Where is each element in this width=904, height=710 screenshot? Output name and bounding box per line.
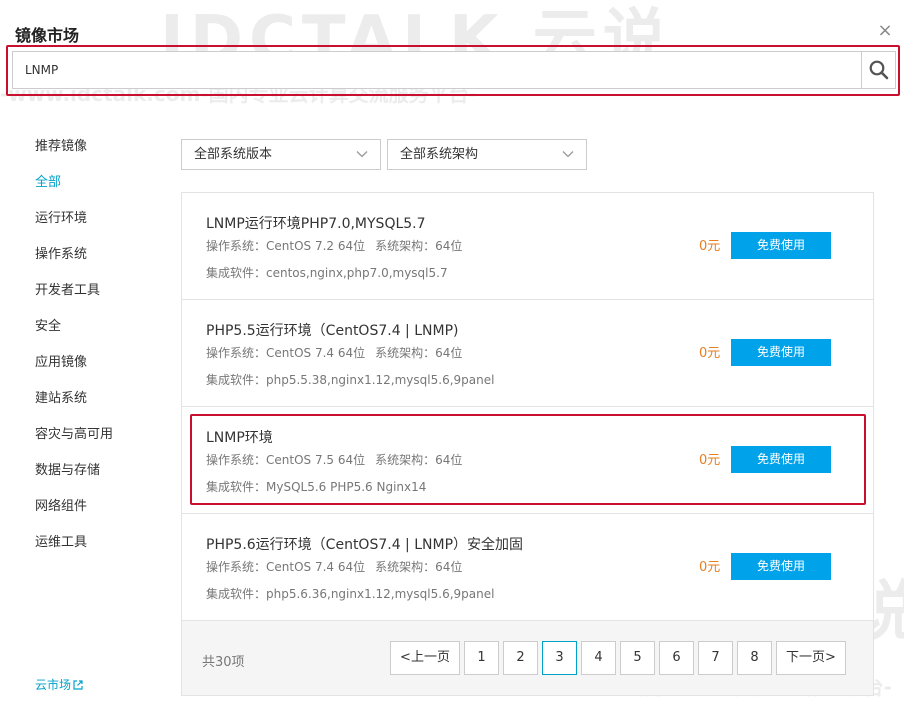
image-arch: 系统架构：64位	[375, 346, 463, 360]
image-name: PHP5.6运行环境（CentOS7.4 | LNMP）安全加固	[206, 537, 524, 553]
os-arch-filter-label: 全部系统架构	[400, 147, 479, 162]
sidebar-item-app-images[interactable]: 应用镜像	[35, 353, 145, 389]
free-use-button[interactable]: 免费使用	[731, 339, 831, 366]
image-os: 操作系统：CentOS 7.4 64位	[206, 346, 366, 360]
pagination-bar: 共30项 <上一页 1 2 3 4 5 6 7 8 下一页>	[182, 621, 873, 695]
chevron-down-icon	[562, 151, 574, 158]
external-link-icon	[73, 679, 83, 690]
close-icon[interactable]: ×	[874, 20, 896, 42]
free-use-button[interactable]: 免费使用	[731, 232, 831, 259]
chevron-down-icon	[356, 151, 368, 158]
os-version-filter[interactable]: 全部系统版本	[181, 139, 381, 170]
page-button-1[interactable]: 1	[464, 641, 499, 675]
sidebar-item-runtime[interactable]: 运行环境	[35, 209, 145, 245]
image-name: LNMP环境	[206, 430, 273, 446]
image-os: 操作系统：CentOS 7.5 64位	[206, 453, 366, 467]
search-input[interactable]	[13, 52, 861, 88]
page-button-8[interactable]: 8	[737, 641, 772, 675]
image-arch: 系统架构：64位	[375, 239, 463, 253]
sidebar-item-all[interactable]: 全部	[35, 173, 145, 209]
sidebar-item-site-builder[interactable]: 建站系统	[35, 389, 145, 425]
page-button-2[interactable]: 2	[503, 641, 538, 675]
free-use-button[interactable]: 免费使用	[731, 553, 831, 580]
page-button-4[interactable]: 4	[581, 641, 616, 675]
image-card: PHP5.5运行环境（CentOS7.4 | LNMP) 操作系统：CentOS…	[182, 300, 873, 407]
search-box	[12, 51, 896, 89]
sidebar-item-security[interactable]: 安全	[35, 317, 145, 353]
free-use-button[interactable]: 免费使用	[731, 446, 831, 473]
search-icon	[869, 60, 888, 80]
sidebar-item-recommended[interactable]: 推荐镜像	[35, 137, 145, 173]
sidebar-item-network[interactable]: 网络组件	[35, 497, 145, 533]
cloud-market-label: 云市场	[35, 678, 72, 692]
image-name: LNMP运行环境PHP7.0,MYSQL5.7	[206, 216, 426, 232]
page-button-5[interactable]: 5	[620, 641, 655, 675]
sidebar-item-ops-tools[interactable]: 运维工具	[35, 533, 145, 569]
image-os: 操作系统：CentOS 7.2 64位	[206, 239, 366, 253]
category-sidebar: 推荐镜像 全部 运行环境 操作系统 开发者工具 安全 应用镜像 建站系统 容灾与…	[35, 137, 145, 569]
image-software: 集成软件：MySQL5.6 PHP5.6 Nginx14	[206, 480, 427, 494]
sidebar-item-os[interactable]: 操作系统	[35, 245, 145, 281]
image-arch: 系统架构：64位	[375, 560, 463, 574]
image-software: 集成软件：php5.5.38,nginx1.12,mysql5.6,9panel	[206, 373, 495, 387]
image-os: 操作系统：CentOS 7.4 64位	[206, 560, 366, 574]
image-software: 集成软件：php5.6.36,nginx1.12,mysql5.6,9panel	[206, 587, 495, 601]
image-card: LNMP运行环境PHP7.0,MYSQL5.7 操作系统：CentOS 7.2 …	[182, 193, 873, 300]
image-list: LNMP运行环境PHP7.0,MYSQL5.7 操作系统：CentOS 7.2 …	[181, 192, 874, 696]
prev-page-button[interactable]: <上一页	[390, 641, 460, 675]
image-price: 0元	[699, 560, 721, 575]
search-button[interactable]	[861, 52, 895, 88]
image-software: 集成软件：centos,nginx,php7.0,mysql5.7	[206, 266, 448, 280]
image-card: PHP5.6运行环境（CentOS7.4 | LNMP）安全加固 操作系统：Ce…	[182, 514, 873, 621]
page-button-7[interactable]: 7	[698, 641, 733, 675]
image-meta: 操作系统：CentOS 7.2 64位 系统架构：64位	[206, 237, 462, 254]
page-button-6[interactable]: 6	[659, 641, 694, 675]
image-name: PHP5.5运行环境（CentOS7.4 | LNMP)	[206, 323, 459, 339]
image-price: 0元	[699, 239, 721, 254]
image-meta: 操作系统：CentOS 7.4 64位 系统架构：64位	[206, 344, 462, 361]
image-price: 0元	[699, 346, 721, 361]
page-button-3[interactable]: 3	[542, 641, 577, 675]
image-card: LNMP环境 操作系统：CentOS 7.5 64位 系统架构：64位 集成软件：…	[182, 407, 873, 514]
os-arch-filter[interactable]: 全部系统架构	[387, 139, 587, 170]
next-page-button[interactable]: 下一页>	[776, 641, 846, 675]
image-arch: 系统架构：64位	[375, 453, 463, 467]
image-meta: 操作系统：CentOS 7.4 64位 系统架构：64位	[206, 558, 462, 575]
sidebar-item-devtools[interactable]: 开发者工具	[35, 281, 145, 317]
cloud-market-link[interactable]: 云市场	[35, 676, 83, 693]
image-meta: 操作系统：CentOS 7.5 64位 系统架构：64位	[206, 451, 462, 468]
sidebar-item-data-storage[interactable]: 数据与存储	[35, 461, 145, 497]
os-version-filter-label: 全部系统版本	[194, 147, 273, 162]
pagination: <上一页 1 2 3 4 5 6 7 8 下一页>	[390, 641, 846, 675]
total-count: 共30项	[202, 655, 245, 670]
dialog-title: 镜像市场	[15, 26, 80, 45]
image-price: 0元	[699, 453, 721, 468]
sidebar-item-disaster-recovery[interactable]: 容灾与高可用	[35, 425, 145, 461]
